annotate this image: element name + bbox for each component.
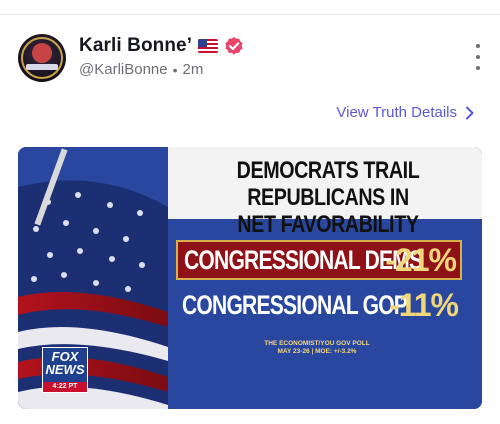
author-name-row: Karli Bonne’ (79, 34, 244, 58)
author-handle-row: @KarliBonne • 2m (79, 61, 203, 78)
poll-source-line2: MAY 23-26 | MOE: +/-3.2% (277, 348, 357, 355)
us-flag-icon (198, 39, 219, 53)
avatar-figure (32, 43, 52, 63)
gop-value: -11% (389, 286, 459, 323)
fox-news-line2: NEWS (45, 362, 85, 377)
verified-badge-icon (225, 37, 243, 55)
author-handle[interactable]: @KarliBonne (79, 61, 168, 78)
gop-label: CONGRESSIONAL GOP (182, 289, 408, 320)
dems-favorability-row: CONGRESSIONAL DEMS -21% (176, 240, 462, 280)
graphic-headline-line1: DEMOCRATS TRAIL REPUBLICANS IN (236, 157, 420, 211)
fox-news-logo: FOX NEWS 4:22 PT (42, 347, 88, 393)
graphic-headline-line2: NET FAVORABILITY (237, 211, 419, 238)
post-header: Karli Bonne’ @KarliBonne • 2m (18, 30, 488, 86)
view-truth-details-link[interactable]: View Truth Details (336, 104, 475, 121)
fox-news-wordmark: FOX NEWS (45, 350, 85, 376)
author-name[interactable]: Karli Bonne’ (79, 35, 192, 57)
gop-favorability-row: CONGRESSIONAL GOP -11% (176, 285, 462, 325)
chevron-right-icon (466, 106, 474, 119)
more-options-icon[interactable] (472, 44, 484, 70)
broadcast-time: 4:22 PT (43, 382, 87, 392)
top-divider (0, 14, 500, 15)
view-truth-details-label: View Truth Details (336, 104, 457, 121)
post-media-image[interactable]: DEMOCRATS TRAIL REPUBLICANS IN NET FAVOR… (18, 147, 482, 409)
avatar[interactable] (18, 34, 66, 82)
poll-source-line1: THE ECONOMIST/YOU GOV POLL (264, 340, 370, 347)
dems-value: -21% (385, 241, 457, 278)
poll-source-caption: THE ECONOMIST/YOU GOV POLL MAY 23-26 | M… (242, 340, 392, 356)
graphic-headline: DEMOCRATS TRAIL REPUBLICANS IN NET FAVOR… (209, 157, 447, 238)
meta-separator: • (172, 61, 178, 78)
avatar-banner (26, 64, 58, 70)
post-timestamp[interactable]: 2m (183, 61, 204, 78)
